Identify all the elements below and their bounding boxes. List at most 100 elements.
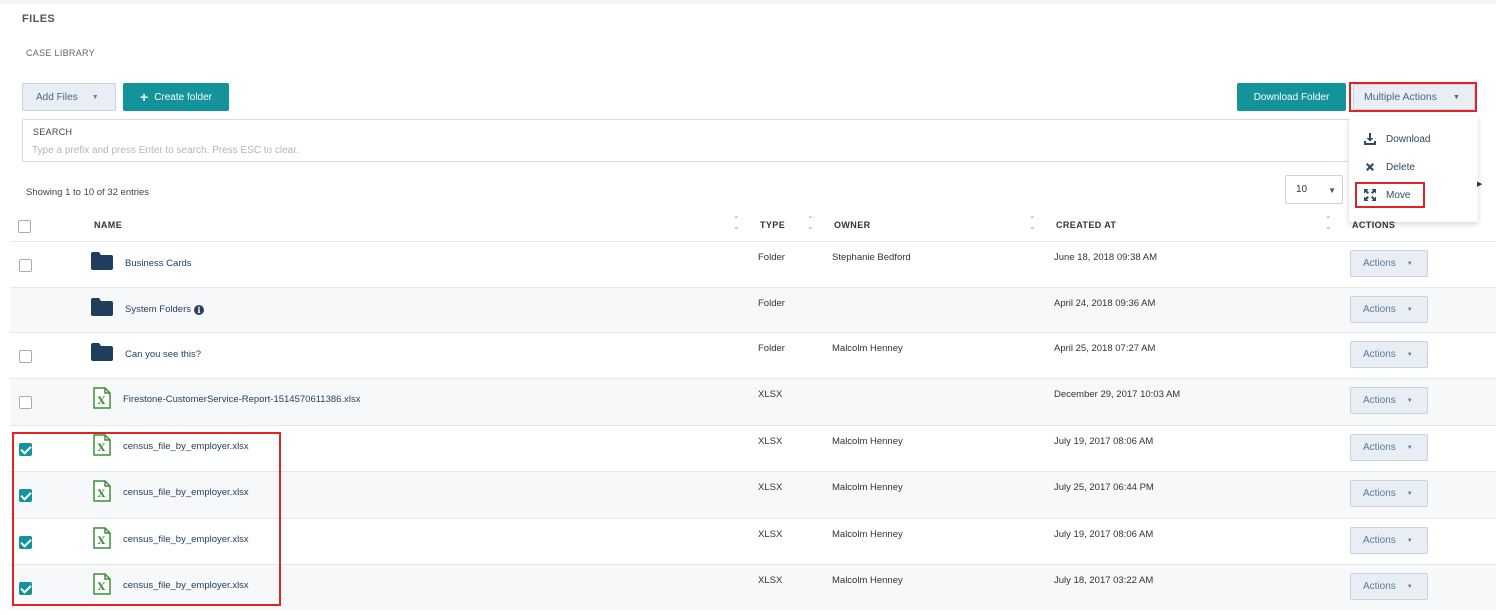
caret-down-icon: ▼ [1328, 186, 1336, 195]
caret-down-icon: ▼ [1406, 537, 1413, 544]
table-row: Business Cards Folder Stephanie Bedford Jun… [10, 241, 1496, 287]
download-folder-button[interactable]: Download Folder [1237, 83, 1346, 111]
menu-item-download[interactable]: Download [1364, 133, 1430, 145]
file-owner: Malcolm Henney [832, 575, 903, 586]
sort-icon[interactable]: ⌃ ⌄ [807, 216, 814, 231]
file-type: XLSX [758, 529, 783, 540]
column-header-owner[interactable]: OWNER [834, 220, 871, 230]
highlight-box-move [1355, 182, 1425, 208]
file-type: XLSX [758, 482, 783, 493]
folder-icon [91, 298, 113, 319]
top-strip [0, 0, 1496, 4]
file-created-at: July 18, 2017 03:22 AM [1054, 575, 1154, 586]
file-name-link[interactable]: System Folders i [125, 304, 204, 315]
row-actions-button[interactable]: Actions ▼ [1350, 296, 1428, 323]
menu-item-delete[interactable]: Delete [1364, 161, 1415, 173]
file-owner: Malcolm Henney [832, 436, 903, 447]
download-folder-label: Download Folder [1253, 91, 1330, 103]
create-folder-label: Create folder [154, 91, 212, 103]
file-name-link[interactable]: Firestone-CustomerService-Report-1514570… [123, 394, 360, 405]
breadcrumb: CASE LIBRARY [26, 48, 95, 58]
row-actions-label: Actions [1363, 395, 1396, 406]
column-header-created-at[interactable]: CREATED AT [1056, 220, 1116, 230]
column-header-name[interactable]: NAME [94, 220, 122, 230]
file-created-at: April 25, 2018 07:27 AM [1054, 343, 1156, 354]
file-created-at: July 19, 2017 08:06 AM [1054, 436, 1154, 447]
file-name: Firestone-CustomerService-Report-1514570… [123, 394, 361, 405]
row-select-checkbox[interactable] [19, 396, 32, 409]
column-header-actions: ACTIONS [1352, 220, 1396, 230]
row-actions-label: Actions [1363, 304, 1396, 315]
column-header-type[interactable]: TYPE [760, 220, 785, 230]
row-select-checkbox[interactable] [19, 350, 32, 363]
entries-info: Showing 1 to 10 of 32 entries [26, 187, 150, 198]
menu-item-download-label: Download [1386, 133, 1431, 145]
excel-file-icon: X [93, 387, 111, 412]
search-input[interactable] [32, 143, 1332, 157]
file-owner: Malcolm Henney [832, 343, 903, 354]
row-actions-label: Actions [1363, 581, 1396, 592]
file-type: XLSX [758, 575, 783, 586]
row-actions-button[interactable]: Actions ▼ [1350, 387, 1428, 414]
download-icon [1364, 133, 1376, 145]
sort-icon[interactable]: ⌃ ⌄ [1029, 216, 1036, 231]
page-size-select[interactable]: 10 ▼ [1285, 175, 1343, 204]
menu-item-delete-label: Delete [1386, 161, 1415, 173]
row-actions-label: Actions [1363, 488, 1396, 499]
table-row: Can you see this? Folder Malcolm Henney Apr… [10, 332, 1496, 378]
file-type: Folder [758, 252, 785, 263]
file-type: Folder [758, 343, 785, 354]
row-actions-label: Actions [1363, 258, 1396, 269]
caret-down-icon: ▼ [1406, 583, 1413, 590]
row-actions-button[interactable]: Actions ▼ [1350, 527, 1428, 554]
file-owner: Malcolm Henney [832, 529, 903, 540]
sort-icon[interactable]: ⌃ ⌄ [733, 216, 740, 231]
file-type: XLSX [758, 436, 783, 447]
caret-right-icon: ▶ [1477, 181, 1483, 188]
page-title: FILES [22, 13, 56, 25]
file-owner: Malcolm Henney [832, 482, 903, 493]
file-name-link[interactable]: Can you see this? [125, 349, 201, 360]
file-type: XLSX [758, 389, 783, 400]
file-created-at: July 19, 2017 08:06 AM [1054, 529, 1154, 540]
row-actions-button[interactable]: Actions ▼ [1350, 250, 1428, 277]
folder-icon [91, 343, 113, 364]
row-actions-button[interactable]: Actions ▼ [1350, 434, 1428, 461]
caret-down-icon: ▼ [1406, 397, 1413, 404]
file-created-at: June 18, 2018 09:38 AM [1054, 252, 1157, 263]
svg-text:X: X [98, 396, 106, 407]
create-folder-button[interactable]: + Create folder [123, 83, 229, 111]
folder-icon [91, 252, 113, 273]
table-row: System Folders i Folder April 24, 2018 09:3… [10, 287, 1496, 332]
row-actions-button[interactable]: Actions ▼ [1350, 573, 1428, 600]
row-actions-label: Actions [1363, 349, 1396, 360]
highlight-box-multiple-actions [1349, 82, 1477, 112]
table-row: X Firestone-CustomerService-Report-151457… [10, 378, 1496, 425]
file-type: Folder [758, 298, 785, 309]
row-actions-button[interactable]: Actions ▼ [1350, 480, 1428, 507]
highlight-box-selected-rows [12, 432, 281, 606]
add-files-label: Add Files [36, 91, 78, 103]
select-all-checkbox[interactable] [18, 220, 31, 233]
file-created-at: April 24, 2018 09:36 AM [1054, 298, 1156, 309]
caret-down-icon: ▼ [1406, 260, 1413, 267]
file-owner: Stephanie Bedford [832, 252, 911, 263]
caret-down-icon: ▼ [1406, 306, 1413, 313]
page-size-value: 10 [1296, 184, 1308, 195]
file-name: Business Cards [125, 258, 192, 269]
file-name-link[interactable]: Business Cards [125, 258, 192, 269]
caret-down-icon: ▼ [1406, 444, 1413, 451]
caret-down-icon: ▼ [1406, 490, 1413, 497]
file-name: Can you see this? [125, 349, 202, 360]
info-icon[interactable]: i [194, 305, 204, 315]
row-select-checkbox[interactable] [19, 259, 32, 272]
row-actions-label: Actions [1363, 535, 1396, 546]
add-files-button[interactable]: Add Files ▼ [22, 83, 116, 111]
row-actions-button[interactable]: Actions ▼ [1350, 341, 1428, 368]
file-name: System Folders [125, 304, 191, 315]
close-icon [1364, 161, 1376, 173]
file-created-at: July 25, 2017 06:44 PM [1054, 482, 1154, 493]
search-label: SEARCH [33, 127, 73, 137]
caret-down-icon: ▼ [91, 93, 99, 101]
sort-icon[interactable]: ⌃ ⌄ [1325, 216, 1332, 231]
